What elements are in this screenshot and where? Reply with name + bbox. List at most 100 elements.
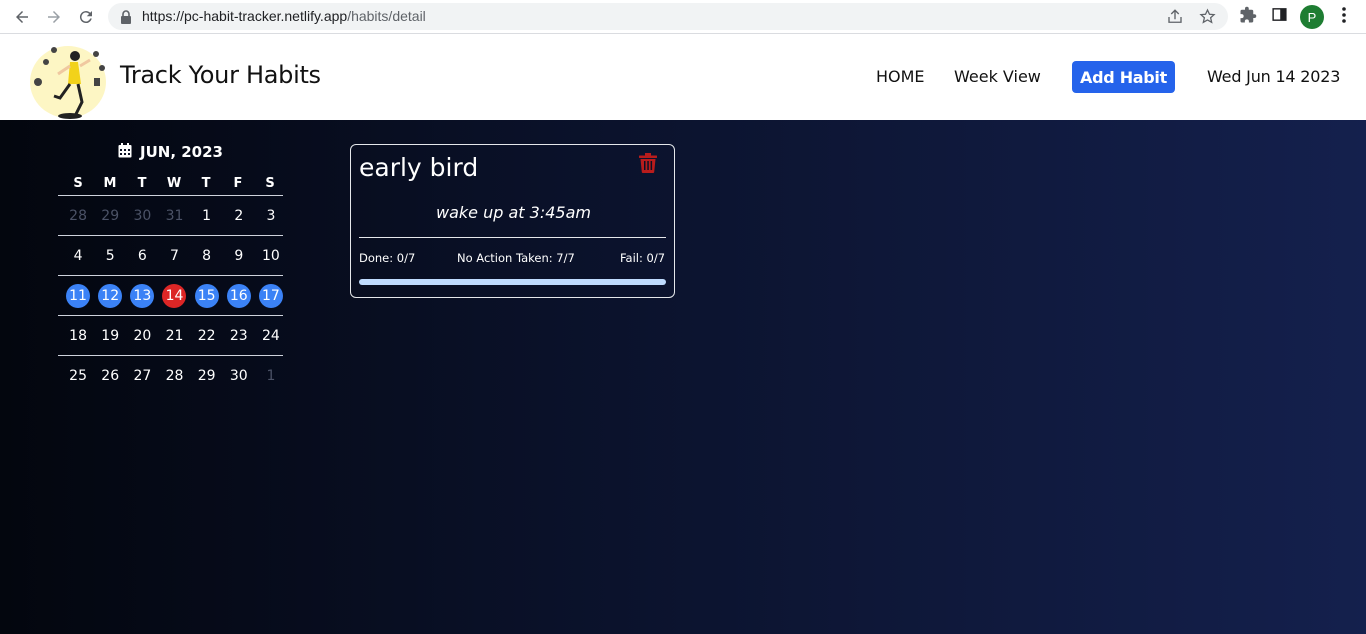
- calendar-day-number: 19: [101, 327, 120, 344]
- done-count: Done: 0/7: [359, 251, 416, 265]
- calendar-day[interactable]: 28: [162, 364, 186, 388]
- calendar-day-number: 9: [234, 247, 244, 264]
- star-icon[interactable]: [1199, 8, 1216, 29]
- calendar-day-number: 29: [197, 368, 216, 384]
- calendar-day[interactable]: 4: [66, 244, 90, 268]
- calendar-day[interactable]: 29: [195, 364, 219, 388]
- calendar-day-number: 13: [130, 283, 155, 308]
- calendar-day-selected[interactable]: 11: [66, 283, 91, 308]
- brand-title[interactable]: Track Your Habits: [120, 61, 321, 89]
- calendar-day-number: 29: [101, 207, 120, 224]
- calendar-day[interactable]: 10: [259, 244, 283, 268]
- calendar-day[interactable]: 20: [130, 324, 154, 348]
- weekday-label: M: [103, 176, 117, 191]
- add-habit-button[interactable]: Add Habit: [1072, 61, 1175, 93]
- side-panel-icon[interactable]: [1271, 6, 1288, 27]
- habit-name: early bird: [359, 153, 479, 182]
- calendar-day-number: 10: [262, 247, 280, 264]
- calendar-day-number: 25: [69, 368, 87, 384]
- reload-icon[interactable]: [74, 5, 98, 29]
- share-icon[interactable]: [1166, 8, 1184, 30]
- extensions-icon[interactable]: [1239, 6, 1257, 28]
- calendar-day[interactable]: 24: [259, 324, 283, 348]
- nav-home-link[interactable]: HOME: [876, 67, 925, 86]
- calendar-day[interactable]: 25: [66, 364, 90, 388]
- calendar-day-selected[interactable]: 17: [258, 283, 283, 308]
- calendar-day[interactable]: 8: [195, 244, 219, 268]
- calendar-day[interactable]: 30: [227, 364, 251, 388]
- calendar-day-today[interactable]: 14: [162, 283, 187, 308]
- calendar-month-title: JUN, 2023: [140, 143, 223, 161]
- calendar-day-number: 15: [194, 283, 219, 308]
- calendar-day-number: 14: [162, 283, 187, 308]
- back-icon[interactable]: [10, 5, 34, 29]
- weekday-label: T: [201, 176, 211, 191]
- profile-avatar[interactable]: P: [1300, 5, 1324, 29]
- address-bar[interactable]: https://pc-habit-tracker.netlify.app/hab…: [108, 3, 1228, 30]
- menu-icon[interactable]: [1338, 6, 1350, 28]
- nav-week-view-link[interactable]: Week View: [954, 67, 1041, 86]
- calendar-day-selected[interactable]: 13: [130, 283, 155, 308]
- calendar-day-number: 23: [229, 327, 248, 344]
- weekday-label: F: [233, 176, 243, 191]
- calendar-day-number: 18: [69, 327, 87, 344]
- calendar-day-number: 4: [73, 247, 83, 264]
- lock-icon[interactable]: [120, 9, 132, 28]
- profile-initial: P: [1307, 9, 1317, 25]
- calendar-week-row: 25 26 27 28 29 30 1: [58, 356, 283, 396]
- calendar-day-number: 28: [165, 368, 184, 384]
- calendar-day-number: 26: [101, 368, 120, 384]
- calendar-day-number: 12: [98, 283, 123, 308]
- calendar-week-row: 4 5 6 7 8 9 10: [58, 236, 283, 276]
- calendar-week-row: 18 19 20 21 22 23 24: [58, 316, 283, 356]
- calendar-day-number: 27: [133, 368, 152, 384]
- calendar-day[interactable]: 28: [66, 204, 90, 228]
- calendar-day-number: 21: [165, 327, 184, 344]
- calendar-day[interactable]: 22: [195, 324, 219, 348]
- calendar-day-selected[interactable]: 16: [226, 283, 251, 308]
- calendar-grid: 28 29 30 31 1 2 3 4 5 6 7 8 9 10 11 12 13 14 15 16 17 18 19 20 2…: [58, 196, 283, 396]
- calendar-day[interactable]: 1: [195, 204, 219, 228]
- calendar-day-number: 1: [266, 368, 276, 384]
- calendar-day[interactable]: 26: [98, 364, 122, 388]
- calendar-day[interactable]: 2: [227, 204, 251, 228]
- calendar-day[interactable]: 30: [130, 204, 154, 228]
- calendar-header: JUN, 2023: [58, 140, 283, 164]
- habit-card[interactable]: early bird wake up at 3:45am Done: 0/7 N…: [350, 144, 675, 298]
- calendar-day-number: 31: [165, 207, 184, 224]
- calendar-day[interactable]: 9: [227, 244, 251, 268]
- calendar-day[interactable]: 6: [130, 244, 154, 268]
- calendar-day-number: 24: [262, 327, 280, 344]
- trash-icon[interactable]: [639, 153, 657, 177]
- url-path: /habits/detail: [347, 8, 426, 24]
- calendar-day[interactable]: 3: [259, 204, 283, 228]
- weekday-label: S: [73, 176, 83, 191]
- site-header: Track Your Habits HOME Week View Add Hab…: [0, 35, 1366, 120]
- calendar-day[interactable]: 23: [227, 324, 251, 348]
- calendar-day[interactable]: 19: [98, 324, 122, 348]
- logo-illustration[interactable]: [26, 38, 112, 124]
- calendar-day-number: 5: [105, 247, 115, 264]
- calendar-day-number: 6: [137, 247, 147, 264]
- calendar-day[interactable]: 7: [162, 244, 186, 268]
- calendar-day-number: 11: [66, 283, 91, 308]
- calendar: JUN, 2023 S M T W T F S 28 29 30 31 1 2 3 4 5 6 7 8…: [58, 140, 283, 396]
- calendar-day[interactable]: 21: [162, 324, 186, 348]
- url-text: https://pc-habit-tracker.netlify.app/hab…: [142, 8, 426, 24]
- calendar-day[interactable]: 1: [259, 364, 283, 388]
- calendar-day-number: 22: [197, 327, 216, 344]
- calendar-day-selected[interactable]: 12: [98, 283, 123, 308]
- calendar-day[interactable]: 27: [130, 364, 154, 388]
- calendar-day[interactable]: 29: [98, 204, 122, 228]
- calendar-day[interactable]: 5: [98, 244, 122, 268]
- weekday-label: W: [166, 176, 182, 191]
- calendar-day-selected[interactable]: 15: [194, 283, 219, 308]
- calendar-day[interactable]: 31: [162, 204, 186, 228]
- forward-icon[interactable]: [42, 5, 66, 29]
- calendar-day-number: 3: [266, 207, 276, 224]
- calendar-day-number: 7: [170, 247, 179, 264]
- calendar-day[interactable]: 18: [66, 324, 90, 348]
- url-host: https://pc-habit-tracker.netlify.app: [142, 8, 348, 24]
- no-action-count: No Action Taken: 7/7: [457, 251, 575, 265]
- calendar-day-number: 20: [133, 327, 152, 344]
